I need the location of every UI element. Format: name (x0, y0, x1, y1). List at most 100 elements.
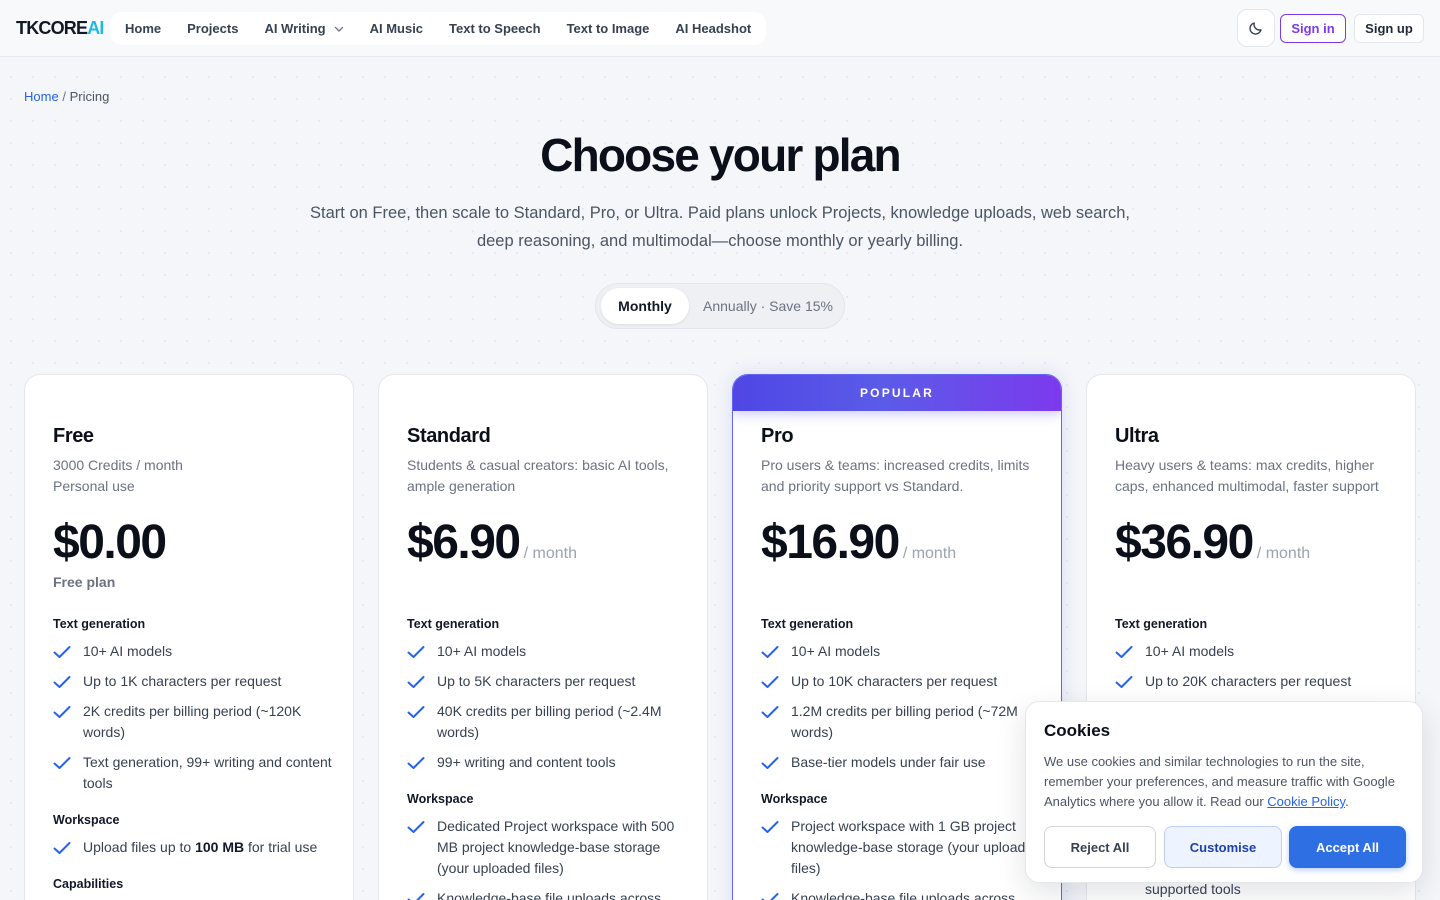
brand-logo[interactable]: TKCOREAI (16, 18, 104, 39)
plan-name: Pro (761, 425, 794, 447)
check-icon (53, 705, 71, 718)
section-text-generation: Text generation (1115, 617, 1208, 631)
moon-icon (1249, 22, 1262, 35)
feature-text: 2K credits per billing period (~120K wor… (83, 703, 302, 740)
breadcrumb-current: Pricing (69, 89, 110, 104)
accept-all-button[interactable]: Accept All (1289, 826, 1406, 868)
sign-up-button[interactable]: Sign up (1354, 14, 1424, 43)
feature-text: 10+ AI models (1145, 643, 1235, 659)
price-row: $36.90 / month (1115, 515, 1310, 570)
cookie-policy-link[interactable]: Cookie Policy (1267, 794, 1345, 809)
breadcrumb-home[interactable]: Home (24, 89, 59, 104)
feature-item: Knowledge-base file uploads across (407, 888, 687, 900)
nav-ai-music[interactable]: AI Music (357, 21, 436, 36)
nav-text-to-image[interactable]: Text to Image (554, 21, 663, 36)
plan-description: Pro users & teams: increased credits, li… (761, 457, 1030, 494)
price-period: / month (523, 545, 577, 562)
feature-item: Knowledge-base file uploads across (761, 888, 1041, 900)
feature-text: Up to 1K characters per request (83, 673, 282, 689)
customise-button[interactable]: Customise (1164, 826, 1282, 868)
feature-item: Project workspace with 1 GB project know… (761, 816, 1041, 879)
feature-item: 99+ writing and content tools (407, 752, 687, 773)
plan-price: $36.90 (1115, 516, 1254, 569)
feature-item: 1.2M credits per billing period (~72M wo… (761, 701, 1041, 743)
price-row: $6.90 / month (407, 515, 577, 570)
feature-item: 10+ AI models (53, 641, 333, 662)
page-subtitle: Start on Free, then scale to Standard, P… (310, 204, 1130, 250)
nav-projects[interactable]: Projects (174, 21, 251, 36)
theme-toggle-button[interactable] (1237, 9, 1275, 47)
plan-description: Students & casual creators: basic AI too… (407, 457, 669, 494)
check-icon (53, 841, 71, 854)
feature-text: Upload files up to 100 MB for trial use (83, 839, 318, 855)
billing-toggle: Monthly Annually · Save 15% (595, 283, 845, 329)
price-row: $0.00 (53, 515, 167, 570)
section-text-generation: Text generation (761, 617, 854, 631)
feature-text: Knowledge-base file uploads across (437, 890, 662, 900)
nav-ai-writing[interactable]: AI Writing (251, 21, 356, 36)
popular-badge: POPULAR (733, 375, 1061, 411)
check-icon (407, 675, 425, 688)
check-icon (407, 820, 425, 833)
feature-text: Base-tier models under fair use (791, 754, 986, 770)
feature-text: 10+ AI models (83, 643, 173, 659)
feature-item: Up to 20K characters per request (1115, 671, 1395, 692)
breadcrumb-separator: / (62, 89, 66, 104)
check-icon (407, 705, 425, 718)
top-header: TKCOREAI Home Projects AI Writing AI Mus… (0, 0, 1440, 57)
check-icon (761, 892, 779, 900)
feature-text: Knowledge-base file uploads across (791, 890, 1016, 900)
billing-annually-option[interactable]: Annually · Save 15% (696, 288, 840, 324)
feature-text: 10+ AI models (437, 643, 527, 659)
price-period: / month (902, 545, 957, 562)
check-icon (53, 645, 71, 658)
check-icon (761, 675, 779, 688)
feature-item: Dedicated Project workspace with 500 MB … (407, 816, 687, 879)
feature-text: 99+ writing and content tools (437, 754, 616, 770)
sign-in-button[interactable]: Sign in (1280, 14, 1346, 43)
nav-ai-writing-label: AI Writing (264, 21, 326, 36)
cookie-banner: Cookies We use cookies and similar techn… (1025, 701, 1423, 883)
section-workspace: Workspace (761, 792, 828, 806)
plan-name: Ultra (1115, 425, 1159, 447)
feature-item: Up to 10K characters per request (761, 671, 1041, 692)
nav-text-to-speech[interactable]: Text to Speech (436, 21, 554, 36)
feature-text: 40K credits per billing period (~2.4M wo… (437, 703, 662, 740)
plan-price: $16.90 (761, 516, 900, 569)
feature-item: 10+ AI models (761, 641, 1041, 662)
feature-item: 10+ AI models (1115, 641, 1395, 662)
section-workspace: Workspace (407, 792, 474, 806)
price-period: / month (1256, 545, 1311, 562)
feature-text: 1.2M credits per billing period (~72M wo… (791, 703, 1018, 740)
nav-ai-headshot[interactable]: AI Headshot (662, 21, 751, 36)
check-icon (407, 892, 425, 900)
check-icon (761, 705, 779, 718)
feature-text: Project workspace with 1 GB project know… (791, 818, 1041, 876)
check-icon (761, 756, 779, 769)
plan-use: Personal use (53, 478, 135, 494)
section-text-generation: Text generation (407, 617, 500, 631)
chevron-down-icon (334, 26, 343, 32)
plan-credits: 3000 Credits / month (53, 457, 183, 473)
plan-name: Standard (407, 425, 491, 447)
check-icon (407, 645, 425, 658)
plan-name: Free (53, 425, 94, 447)
feature-item: Upload files up to 100 MB for trial use (53, 837, 333, 858)
page-title: Choose your plan (540, 129, 901, 181)
section-workspace: Workspace (53, 813, 120, 827)
plan-description: 3000 Credits / month Personal use (53, 455, 333, 497)
cookie-title: Cookies (1044, 721, 1111, 740)
feature-item: Base-tier models under fair use (761, 752, 1041, 773)
feature-item: Up to 1K characters per request (53, 671, 333, 692)
plan-card-free: Free 3000 Credits / month Personal use $… (24, 374, 354, 900)
section-capabilities: Capabilities (53, 877, 124, 891)
check-icon (53, 756, 71, 769)
check-icon (761, 645, 779, 658)
feature-text: Up to 20K characters per request (1145, 673, 1352, 689)
price-note: Free plan (53, 574, 116, 590)
plan-price: $6.90 (407, 516, 521, 569)
reject-all-button[interactable]: Reject All (1044, 826, 1156, 868)
nav-home[interactable]: Home (125, 21, 174, 36)
section-text-generation: Text generation (53, 617, 146, 631)
billing-monthly-option[interactable]: Monthly (601, 288, 689, 324)
